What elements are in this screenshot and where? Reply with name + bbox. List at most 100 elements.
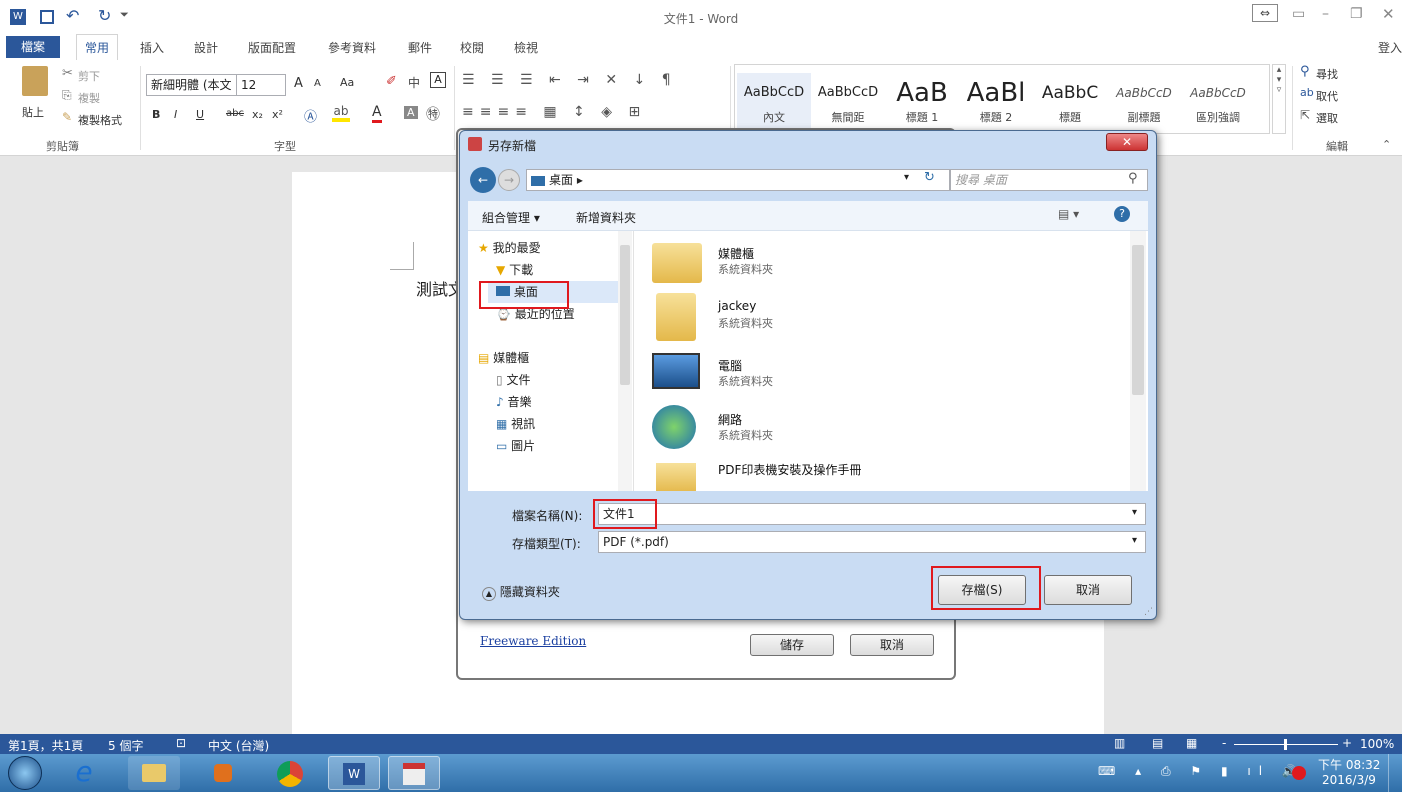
highlight-icon[interactable]: ab: [332, 104, 350, 122]
minimize-icon[interactable]: –: [1322, 6, 1329, 22]
tab-insert[interactable]: 插入: [140, 38, 164, 58]
style-heading-2[interactable]: AaBl 標題 2: [959, 73, 1033, 133]
taskbar-explorer-icon[interactable]: [128, 756, 180, 790]
style-heading-1[interactable]: AaB 標題 1: [885, 73, 959, 133]
forward-icon[interactable]: →: [498, 169, 520, 191]
grow-font-button[interactable]: A: [294, 76, 303, 91]
clock-date[interactable]: 2016/3/9: [1322, 773, 1376, 787]
refresh-icon[interactable]: ↻: [924, 170, 935, 185]
style-no-spacing[interactable]: AaBbCcD 無間距: [811, 73, 885, 133]
freeware-link[interactable]: Freeware Edition: [480, 634, 586, 648]
style-subtle-emphasis[interactable]: AaBbCcD 區別強調: [1181, 73, 1255, 133]
filetype-select[interactable]: PDF (*.pdf): [598, 531, 1146, 553]
start-button-icon[interactable]: [8, 756, 42, 790]
tab-review[interactable]: 校閱: [460, 38, 484, 58]
style-title[interactable]: AaBbC 標題: [1033, 73, 1107, 133]
format-painter-icon[interactable]: ✎: [62, 110, 72, 124]
phonetic-guide-icon[interactable]: 中: [408, 74, 420, 91]
tray-antivirus-icon[interactable]: [1292, 766, 1306, 780]
resize-grip-icon[interactable]: ⋰: [1144, 607, 1153, 617]
clock-time[interactable]: 下午 08:32: [1318, 756, 1380, 773]
proofing-icon[interactable]: ⊡: [176, 736, 186, 750]
breadcrumb-path[interactable]: 桌面 ▸: [526, 169, 950, 191]
file-list-scrollbar[interactable]: [1130, 231, 1146, 491]
taskbar-chrome-icon[interactable]: [264, 756, 316, 790]
scissors-icon[interactable]: ✂: [62, 66, 73, 81]
nav-favorites[interactable]: ★ 我的最愛: [478, 237, 541, 259]
nav-downloads[interactable]: ▼ 下載: [496, 259, 533, 281]
copy-icon[interactable]: ⎘: [62, 88, 72, 103]
zoom-in-icon[interactable]: +: [1342, 736, 1352, 750]
nav-videos[interactable]: ▦ 視訊: [496, 413, 535, 435]
enclose-char-icon[interactable]: ㊕: [426, 104, 440, 124]
nav-documents[interactable]: ▯ 文件: [496, 369, 530, 391]
show-desktop-button[interactable]: [1388, 754, 1402, 792]
dialog-close-icon[interactable]: ✕: [1106, 133, 1148, 151]
filename-input[interactable]: 文件1: [598, 503, 1146, 525]
underline-button[interactable]: U: [196, 108, 204, 121]
page-count[interactable]: 第1頁，共1頁: [8, 737, 83, 754]
paste-button[interactable]: 貼上: [22, 104, 44, 120]
align-icon[interactable]: ≡≡≡≡ ▦ ↕ ◈ ⊞: [462, 104, 646, 120]
tab-references[interactable]: 參考資料: [328, 38, 376, 58]
nav-music[interactable]: ♪ 音樂: [496, 391, 532, 413]
word-count[interactable]: 5 個字: [108, 737, 143, 754]
new-folder-button[interactable]: 新增資料夾: [576, 209, 636, 226]
file-item-pdf-manual[interactable]: PDF印表機安裝及操作手冊: [648, 457, 1128, 491]
back-icon[interactable]: ←: [470, 167, 496, 193]
tab-mailings[interactable]: 郵件: [408, 38, 432, 58]
maximize-icon[interactable]: ❐: [1350, 6, 1363, 22]
path-dropdown-icon[interactable]: ▾: [904, 172, 909, 183]
find-button[interactable]: 尋找: [1316, 66, 1338, 82]
replace-button[interactable]: 取代: [1316, 88, 1338, 104]
nav-pictures[interactable]: ▭ 圖片: [496, 435, 535, 457]
nav-scrollbar[interactable]: [618, 231, 632, 491]
select-button[interactable]: 選取: [1316, 110, 1338, 126]
language[interactable]: 中文 (台灣): [208, 737, 269, 754]
file-item-network[interactable]: 網路 系統資料夾: [648, 401, 1128, 455]
tab-file[interactable]: 檔案: [6, 36, 60, 58]
bold-button[interactable]: B: [152, 108, 160, 121]
find-icon[interactable]: ⚲: [1300, 64, 1310, 79]
zoom-out-icon[interactable]: -: [1222, 736, 1226, 750]
close-icon[interactable]: ✕: [1382, 5, 1395, 23]
text-effects-icon[interactable]: Ⓐ: [304, 106, 317, 125]
file-item-computer[interactable]: 電腦 系統資料夾: [648, 347, 1128, 401]
char-shading-button[interactable]: A: [404, 106, 418, 119]
zoom-slider-thumb[interactable]: [1284, 739, 1287, 750]
zoom-level[interactable]: 100%: [1360, 737, 1394, 751]
superscript-button[interactable]: x²: [272, 108, 283, 121]
taskbar-ie-icon[interactable]: e: [58, 756, 110, 790]
shrink-font-button[interactable]: A: [314, 78, 321, 89]
bg-cancel-button[interactable]: 取消: [850, 634, 934, 656]
strikethrough-button[interactable]: abc: [226, 108, 244, 119]
tray-icons[interactable]: ⌨ ▴ ⎙ ⚑ ▮ ıl 🔊: [1098, 764, 1305, 779]
format-painter-button[interactable]: 複製格式: [78, 112, 122, 128]
bullets-icon[interactable]: ☰ ☰ ☰ ⇤ ⇥ ✕ ↓ ¶: [462, 72, 677, 88]
zoom-slider[interactable]: [1234, 739, 1338, 750]
tab-design[interactable]: 設計: [194, 38, 218, 58]
print-layout-icon[interactable]: ▤: [1152, 736, 1163, 750]
paste-icon[interactable]: [22, 66, 48, 96]
bg-save-button[interactable]: 儲存: [750, 634, 834, 656]
search-input[interactable]: 搜尋 桌面: [950, 169, 1148, 191]
nav-libraries[interactable]: ▤ 媒體櫃: [478, 347, 529, 369]
restore-icon[interactable]: ▭: [1292, 6, 1305, 22]
cut-button[interactable]: 剪下: [78, 68, 100, 84]
subscript-button[interactable]: x₂: [252, 108, 263, 121]
help-icon[interactable]: ?: [1114, 206, 1130, 222]
organize-button[interactable]: 組合管理 ▾: [482, 209, 540, 226]
search-icon[interactable]: ⚲: [1128, 171, 1138, 186]
taskbar-media-player-icon[interactable]: [196, 756, 248, 790]
select-icon[interactable]: ⇱: [1300, 108, 1310, 122]
italic-button[interactable]: I: [174, 108, 177, 121]
replace-icon[interactable]: ab: [1300, 86, 1314, 99]
breadcrumb-desktop[interactable]: 桌面: [549, 173, 573, 187]
read-mode-icon[interactable]: ▥: [1114, 736, 1125, 750]
cancel-button[interactable]: 取消: [1044, 575, 1132, 605]
view-options-icon[interactable]: ▤ ▾: [1058, 207, 1079, 221]
filetype-dropdown-icon[interactable]: ▾: [1132, 535, 1137, 546]
taskbar-word-icon[interactable]: W: [328, 756, 380, 790]
web-layout-icon[interactable]: ▦: [1186, 736, 1197, 750]
clear-format-icon[interactable]: ✐: [386, 74, 397, 89]
